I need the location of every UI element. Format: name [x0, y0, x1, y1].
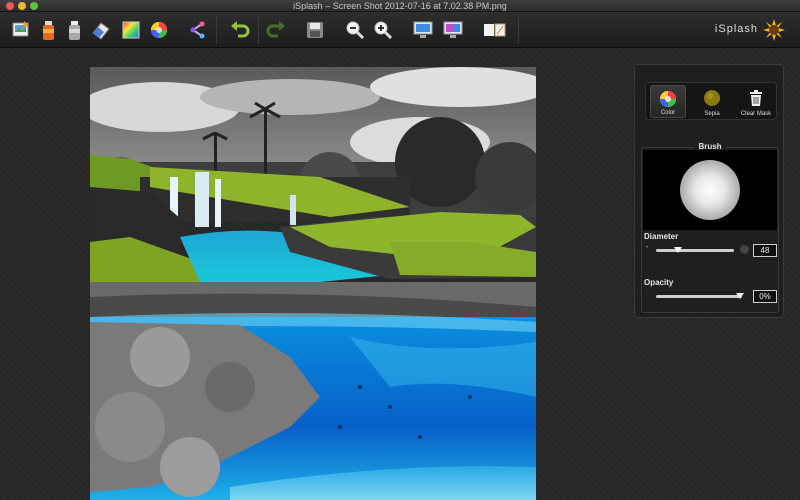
sepia-mode-button[interactable]: Sepia [694, 85, 730, 118]
mode-selector: Color Sepia Clear Mask [645, 82, 777, 120]
brand-name: iSplash [714, 23, 758, 35]
toolbar: iSplash [0, 12, 800, 48]
isplash-window: iSplash – Screen Shot 2012-07-16 at 7.02… [0, 0, 800, 500]
color-wheel-icon [660, 91, 676, 107]
diameter-slider-thumb[interactable] [673, 247, 682, 253]
large-brush-icon [740, 245, 749, 254]
silver-spray-can-icon [69, 21, 80, 40]
opacity-label: Opacity [644, 278, 674, 287]
save-button[interactable] [302, 16, 328, 44]
spray-can-icon [43, 21, 54, 40]
open-image-icon [12, 21, 29, 37]
sunflower-logo-icon [763, 19, 785, 41]
monitor-icon [413, 21, 433, 38]
sepia-disc-icon [704, 90, 720, 106]
split-view-icon [484, 23, 506, 37]
open-image-button[interactable] [8, 16, 34, 44]
small-brush-icon: • [646, 245, 649, 251]
opacity-value[interactable]: 0% [753, 290, 777, 303]
low-opacity-icon: · [646, 291, 648, 297]
color-mode-label: Color [660, 110, 676, 116]
undo-button[interactable] [228, 16, 254, 44]
color-wheel-icon [151, 22, 167, 38]
diameter-label: Diameter [644, 232, 679, 241]
clear-mask-label: Clear Mask [740, 111, 772, 117]
window-title: iSplash – Screen Shot 2012-07-16 at 7.02… [293, 1, 507, 11]
image-canvas[interactable] [90, 67, 536, 500]
undo-icon [231, 21, 250, 38]
diameter-slider-track[interactable] [656, 249, 734, 252]
eraser-button[interactable] [88, 16, 114, 44]
edited-photo [90, 67, 536, 500]
redo-icon [266, 21, 285, 38]
compare-icon [443, 21, 463, 38]
sepia-mode-label: Sepia [704, 111, 720, 117]
color-grid-icon [122, 21, 140, 39]
preview-button[interactable] [410, 16, 436, 44]
color-mode-button[interactable]: Color [650, 85, 686, 118]
zoom-out-icon [346, 21, 365, 40]
color-spray-button[interactable] [36, 16, 62, 44]
trash-icon [750, 90, 762, 106]
zoom-out-button[interactable] [342, 16, 368, 44]
brush-settings: Brush Diameter • 48 Opacity · 0% [641, 142, 779, 313]
eraser-icon [92, 22, 110, 40]
share-icon [190, 21, 205, 39]
gray-spray-button[interactable] [62, 16, 88, 44]
split-view-button[interactable] [482, 16, 508, 44]
diameter-value[interactable]: 48 [753, 244, 777, 257]
save-icon [307, 22, 323, 38]
toolbar-separator [518, 16, 519, 44]
zoom-in-button[interactable] [370, 16, 396, 44]
tools-panel: Color Sepia Clear Mask Brush Diameter • … [634, 64, 784, 318]
brush-preview-ball [680, 160, 740, 220]
opacity-slider-track[interactable] [656, 295, 742, 298]
color-grid-button[interactable] [118, 16, 144, 44]
brush-preview [643, 150, 777, 230]
zoom-in-icon [374, 21, 393, 40]
opacity-slider-thumb[interactable] [736, 293, 745, 299]
clear-mask-button[interactable]: Clear Mask [738, 85, 774, 118]
toolbar-separator [258, 16, 259, 44]
compare-button[interactable] [440, 16, 466, 44]
color-wheel-button[interactable] [146, 16, 172, 44]
share-button[interactable] [184, 16, 210, 44]
title-bar: iSplash – Screen Shot 2012-07-16 at 7.02… [0, 0, 800, 12]
redo-button[interactable] [262, 16, 288, 44]
toolbar-separator [216, 16, 217, 44]
